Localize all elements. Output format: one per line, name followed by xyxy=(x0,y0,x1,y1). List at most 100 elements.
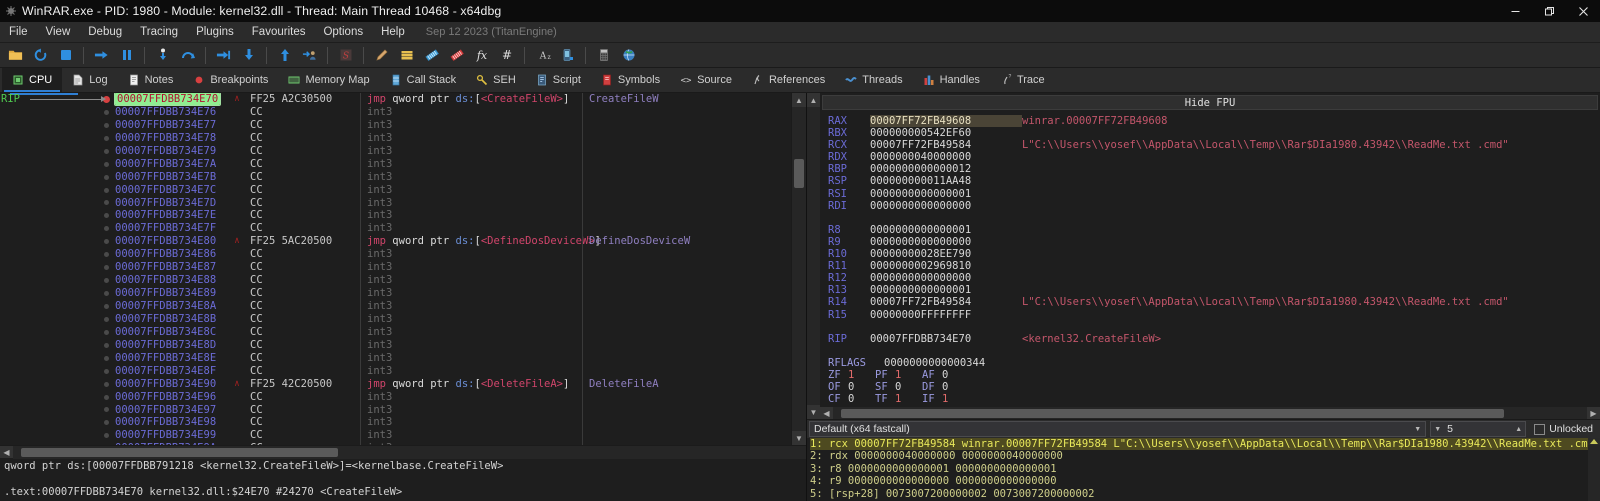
run-button[interactable] xyxy=(89,44,114,67)
args-scroll-track[interactable] xyxy=(1588,445,1600,501)
step-into-button[interactable] xyxy=(150,44,175,67)
disassembly-row[interactable]: 00007FFDBB734E78 CC int3 xyxy=(0,131,791,145)
flag-row[interactable]: CF 0 TF 1 IF 1 xyxy=(828,393,1600,405)
unlocked-checkbox[interactable] xyxy=(1534,423,1546,435)
argument-count-stepper[interactable]: ▼ 5 ▲ xyxy=(1430,421,1527,437)
tab-trace[interactable]: ? Trace xyxy=(990,68,1055,92)
tab-log[interactable]: Log xyxy=(62,68,117,92)
disassembly-horizontal-scrollbar[interactable]: ◀ xyxy=(0,445,806,459)
calling-convention-select[interactable]: Default (x64 fastcall) ▼ xyxy=(809,421,1427,437)
menu-file[interactable]: File xyxy=(0,22,37,43)
disassembly-row[interactable]: 00007FFDBB734E8F CC int3 xyxy=(0,364,791,378)
line-marker-icon[interactable] xyxy=(100,303,112,309)
minimize-button[interactable] xyxy=(1498,0,1532,22)
tab-notes[interactable]: Notes xyxy=(118,68,184,92)
register-row[interactable]: R13 0000000000000001 xyxy=(828,284,1600,296)
tab-seh[interactable]: SEH xyxy=(466,68,526,92)
arguments-vertical-scrollbar[interactable] xyxy=(1588,438,1600,501)
reg-scroll-right-button[interactable]: ▶ xyxy=(1587,406,1600,419)
scroll-track[interactable] xyxy=(792,107,806,431)
reg-scroll-thumb-h[interactable] xyxy=(840,408,1505,418)
patches-button[interactable]: Az xyxy=(530,44,555,67)
disassembly-row[interactable]: 00007FFDBB734E8C CC int3 xyxy=(0,325,791,339)
disassembly-row[interactable]: 00007FFDBB734E88 CC int3 xyxy=(0,274,791,288)
line-marker-icon[interactable] xyxy=(100,109,112,115)
line-marker-icon[interactable] xyxy=(100,420,112,426)
line-marker-icon[interactable] xyxy=(100,200,112,206)
menu-plugins[interactable]: Plugins xyxy=(187,22,243,43)
flag-value[interactable]: 1 xyxy=(942,393,969,405)
step-over-button[interactable] xyxy=(175,44,200,67)
tab-cpu[interactable]: CPU xyxy=(2,68,63,92)
line-marker-icon[interactable] xyxy=(100,174,112,180)
line-marker-icon[interactable] xyxy=(100,265,112,271)
disassembly-row[interactable]: 00007FFDBB734E8E CC int3 xyxy=(0,351,791,365)
argument-row[interactable]: 3: r8 0000000000000001 0000000000000001 xyxy=(810,463,1588,475)
scroll-down-button[interactable]: ▼ xyxy=(792,431,806,445)
register-row[interactable]: RDX 0000000040000000 xyxy=(828,151,1600,163)
line-marker-icon[interactable] xyxy=(100,291,112,297)
line-marker-icon[interactable] xyxy=(100,135,112,141)
flag-value[interactable]: 1 xyxy=(848,369,875,381)
line-marker-icon[interactable] xyxy=(100,433,112,439)
log-window-button[interactable] xyxy=(369,44,394,67)
line-marker-icon[interactable] xyxy=(100,407,112,413)
line-marker-icon[interactable] xyxy=(100,161,112,167)
attach-process-button[interactable] xyxy=(297,44,322,67)
disassembly-row[interactable]: 00007FFDBB734E79 CC int3 xyxy=(0,144,791,158)
scylla-button[interactable]: S xyxy=(333,44,358,67)
line-marker-icon[interactable] xyxy=(100,394,112,400)
reg-scroll-track-h[interactable] xyxy=(833,406,1587,419)
reg-scroll-left-button[interactable]: ◀ xyxy=(820,406,833,419)
disassembly-row[interactable]: 00007FFDBB734E89 CC int3 xyxy=(0,287,791,300)
unlocked-checkbox-wrap[interactable]: Unlocked xyxy=(1534,423,1593,435)
flag-value[interactable]: 0 xyxy=(942,381,969,393)
argument-row[interactable]: 1: rcx 00007FF72FB49584 winrar.00007FF72… xyxy=(810,438,1588,451)
line-marker-icon[interactable] xyxy=(100,213,112,219)
scroll-up-button[interactable]: ▲ xyxy=(792,93,806,107)
argument-row[interactable]: 5: [rsp+28] 0073007200000002 00730072000… xyxy=(810,488,1588,500)
disassembly-row[interactable]: 00007FFDBB734E97 CC int3 xyxy=(0,403,791,417)
globe-button[interactable] xyxy=(616,44,641,67)
register-value[interactable]: 0000000000000001 xyxy=(870,224,1022,236)
rflags-row[interactable]: RFLAGS 0000000000000344 xyxy=(828,357,1600,369)
register-list[interactable]: RAX 00007FF72FB49608 winrar.00007FF72FB496… xyxy=(820,110,1600,407)
register-value[interactable]: 0000000000000012 xyxy=(870,163,1022,175)
register-value[interactable]: 00000000FFFFFFFF xyxy=(870,309,1022,321)
disassembly-row[interactable]: 00007FFDBB734E7F CC int3 xyxy=(0,222,791,236)
register-value[interactable]: 00007FF72FB49608 xyxy=(870,115,1022,128)
breakpoints-button[interactable] xyxy=(419,44,444,67)
close-program-button[interactable] xyxy=(53,44,78,67)
line-marker-icon[interactable] xyxy=(100,316,112,322)
execute-till-return-button[interactable] xyxy=(211,44,236,67)
register-row[interactable]: R9 0000000000000000 xyxy=(828,236,1600,248)
registers-horizontal-scrollbar[interactable]: ◀ ▶ xyxy=(820,406,1600,419)
flag-value[interactable]: 1 xyxy=(895,393,922,405)
disassembly-row[interactable]: 00007FFDBB734E99 CC int3 xyxy=(0,429,791,443)
register-row[interactable]: R8 0000000000000001 xyxy=(828,224,1600,236)
register-row[interactable]: RAX 00007FF72FB49608 winrar.00007FF72FB496… xyxy=(828,115,1600,128)
scroll-track-h[interactable] xyxy=(13,445,806,459)
tab-breakpoints[interactable]: Breakpoints xyxy=(183,68,278,92)
flag-row[interactable]: OF 0 SF 0 DF 0 xyxy=(828,381,1600,393)
scroll-thumb[interactable] xyxy=(794,158,804,188)
tab-source[interactable]: <> Source xyxy=(670,68,742,92)
reg-scroll-down-button[interactable]: ▼ xyxy=(807,405,820,419)
register-value[interactable]: 0000000040000000 xyxy=(870,151,1022,163)
line-marker-icon[interactable] xyxy=(100,342,112,348)
tab-threads[interactable]: Threads xyxy=(835,68,912,92)
disassembly-row[interactable]: 00007FFDBB734E7D CC int3 xyxy=(0,196,791,210)
reg-scroll-track[interactable] xyxy=(807,107,820,405)
tab-call-stack[interactable]: Call Stack xyxy=(380,68,467,92)
register-value[interactable]: 0000000000000001 xyxy=(870,284,1022,296)
flag-value[interactable]: 0 xyxy=(848,393,875,405)
open-file-button[interactable] xyxy=(3,44,28,67)
disassembly-row[interactable]: 00007FFDBB734E86 CC int3 xyxy=(0,248,791,262)
register-row[interactable]: RSI 0000000000000001 xyxy=(828,188,1600,200)
memory-map-button[interactable] xyxy=(444,44,469,67)
tab-memory-map[interactable]: Memory Map xyxy=(278,68,379,92)
comments-button[interactable] xyxy=(555,44,580,67)
disassembly-row[interactable]: 00007FFDBB734E7C CC int3 xyxy=(0,183,791,197)
line-marker-icon[interactable] xyxy=(100,187,112,193)
line-marker-icon[interactable] xyxy=(100,355,112,361)
